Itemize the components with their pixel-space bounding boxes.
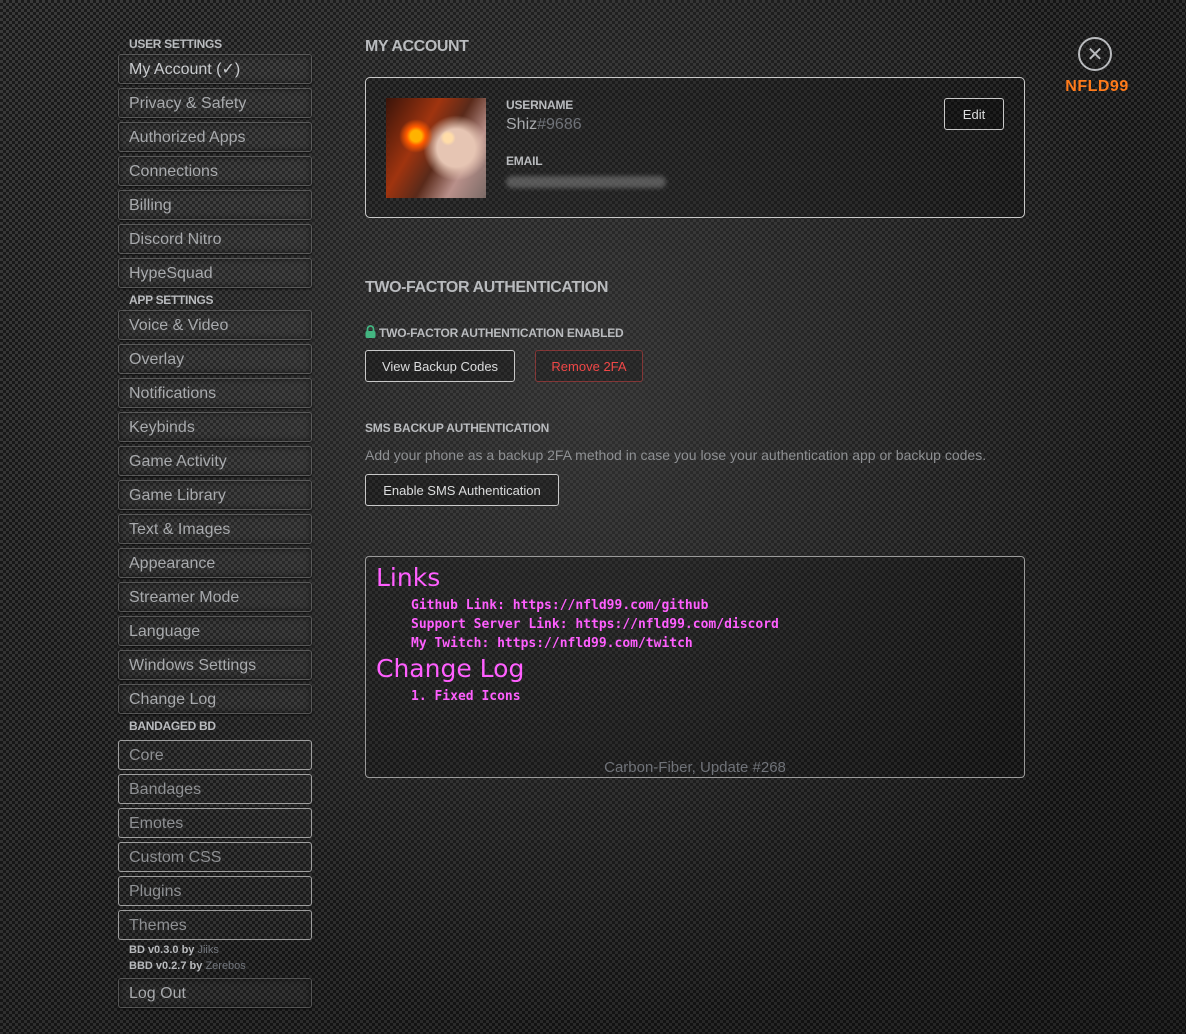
links-heading: Links <box>376 563 441 592</box>
bd-author: Jiiks <box>197 944 219 956</box>
sidebar-item-hypesquad[interactable]: HypeSquad <box>118 258 312 288</box>
email-label: EMAIL <box>506 154 543 168</box>
close-label: NFLD99 <box>1065 78 1129 95</box>
page-title: MY ACCOUNT <box>365 38 469 55</box>
bbd-credit: BBD v0.2.7 by Zerebos <box>118 958 314 974</box>
email-value-blurred <box>506 176 666 188</box>
view-backup-codes-button[interactable]: View Backup Codes <box>365 350 515 382</box>
sidebar-item-overlay[interactable]: Overlay <box>118 344 312 374</box>
app-settings-header: APP SETTINGS <box>129 293 214 307</box>
changelog-heading: Change Log <box>376 654 525 683</box>
bd-version: BD v0.3.0 by <box>129 944 195 956</box>
sidebar-item-voice-video[interactable]: Voice & Video <box>118 310 312 340</box>
tfa-enabled-label: TWO-FACTOR AUTHENTICATION ENABLED <box>379 326 624 340</box>
bbd-version: BBD v0.2.7 by <box>129 960 203 972</box>
sidebar-item-my-account[interactable]: My Account (✓) <box>118 54 312 84</box>
sms-backup-title: SMS BACKUP AUTHENTICATION <box>365 421 550 435</box>
tfa-enabled-status: TWO-FACTOR AUTHENTICATION ENABLED <box>365 325 624 341</box>
sidebar-item-authorized-apps[interactable]: Authorized Apps <box>118 122 312 152</box>
username-value: Shiz#9686 <box>506 116 582 134</box>
close-button[interactable]: ✕ <box>1078 37 1112 71</box>
enable-sms-button[interactable]: Enable SMS Authentication <box>365 474 559 506</box>
close-icon: ✕ <box>1086 43 1104 66</box>
edit-button[interactable]: Edit <box>944 98 1004 130</box>
sidebar-item-privacy-safety[interactable]: Privacy & Safety <box>118 88 312 118</box>
sidebar-item-themes[interactable]: Themes <box>118 910 312 940</box>
sidebar-item-plugins[interactable]: Plugins <box>118 876 312 906</box>
sidebar-item-discord-nitro[interactable]: Discord Nitro <box>118 224 312 254</box>
support-server-link[interactable]: Support Server Link: https://nfld99.com/… <box>411 617 779 632</box>
tfa-title: TWO-FACTOR AUTHENTICATION <box>365 279 609 296</box>
sidebar-item-language[interactable]: Language <box>118 616 312 646</box>
theme-version-note: Carbon-Fiber, Update #268 <box>604 759 786 776</box>
twitch-link[interactable]: My Twitch: https://nfld99.com/twitch <box>411 636 693 651</box>
bd-credit: BD v0.3.0 by Jiiks <box>118 942 314 958</box>
lock-icon <box>365 325 376 341</box>
sidebar-item-core[interactable]: Core <box>118 740 312 770</box>
bbd-author: Zerebos <box>205 960 246 972</box>
username-label: USERNAME <box>506 98 574 112</box>
remove-2fa-button[interactable]: Remove 2FA <box>535 350 643 382</box>
sidebar-item-custom-css[interactable]: Custom CSS <box>118 842 312 872</box>
sidebar-item-bandages[interactable]: Bandages <box>118 774 312 804</box>
sidebar-item-keybinds[interactable]: Keybinds <box>118 412 312 442</box>
sidebar-item-windows-settings[interactable]: Windows Settings <box>118 650 312 680</box>
sidebar-item-game-activity[interactable]: Game Activity <box>118 446 312 476</box>
bandaged-bd-header: BANDAGED BD <box>129 719 216 733</box>
account-card: USERNAME Shiz#9686 EMAIL Edit <box>365 77 1025 218</box>
sidebar-item-notifications[interactable]: Notifications <box>118 378 312 408</box>
sidebar-item-emotes[interactable]: Emotes <box>118 808 312 838</box>
sidebar-item-appearance[interactable]: Appearance <box>118 548 312 578</box>
sidebar-item-streamer-mode[interactable]: Streamer Mode <box>118 582 312 612</box>
user-settings-header: USER SETTINGS <box>129 37 222 51</box>
sidebar-item-text-images[interactable]: Text & Images <box>118 514 312 544</box>
settings-sidebar: USER SETTINGS My Account (✓) Privacy & S… <box>118 34 314 1012</box>
username-text: Shiz <box>506 116 538 133</box>
sidebar-item-connections[interactable]: Connections <box>118 156 312 186</box>
theme-info-box: Links Github Link: https://nfld99.com/gi… <box>365 556 1025 778</box>
sidebar-item-game-library[interactable]: Game Library <box>118 480 312 510</box>
username-discriminator: #9686 <box>537 116 582 133</box>
github-link[interactable]: Github Link: https://nfld99.com/github <box>411 598 708 613</box>
avatar[interactable] <box>386 98 486 198</box>
sidebar-item-change-log[interactable]: Change Log <box>118 684 312 714</box>
sms-backup-description: Add your phone as a backup 2FA method in… <box>365 447 987 463</box>
changelog-item: 1. Fixed Icons <box>411 689 521 704</box>
sidebar-item-log-out[interactable]: Log Out <box>118 978 312 1008</box>
sidebar-item-billing[interactable]: Billing <box>118 190 312 220</box>
